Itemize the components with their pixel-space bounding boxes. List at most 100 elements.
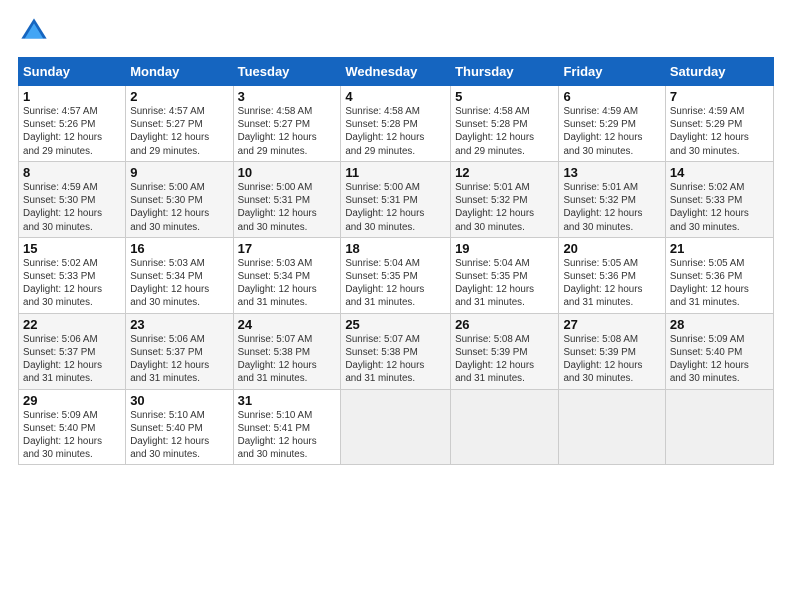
day-number: 19 <box>455 241 554 256</box>
day-info: Sunrise: 5:00 AMSunset: 5:31 PMDaylight:… <box>345 181 446 234</box>
day-number: 22 <box>23 317 121 332</box>
day-header-monday: Monday <box>126 58 233 86</box>
page: SundayMondayTuesdayWednesdayThursdayFrid… <box>0 0 792 475</box>
calendar-cell: 15Sunrise: 5:02 AMSunset: 5:33 PMDayligh… <box>19 237 126 313</box>
day-number: 6 <box>563 89 660 104</box>
header <box>18 15 774 47</box>
day-info: Sunrise: 4:57 AMSunset: 5:26 PMDaylight:… <box>23 105 121 158</box>
day-info: Sunrise: 5:01 AMSunset: 5:32 PMDaylight:… <box>563 181 660 234</box>
day-info: Sunrise: 5:02 AMSunset: 5:33 PMDaylight:… <box>23 257 121 310</box>
calendar-week-row: 15Sunrise: 5:02 AMSunset: 5:33 PMDayligh… <box>19 237 774 313</box>
day-header-thursday: Thursday <box>451 58 559 86</box>
day-info: Sunrise: 5:03 AMSunset: 5:34 PMDaylight:… <box>130 257 228 310</box>
day-info: Sunrise: 4:59 AMSunset: 5:29 PMDaylight:… <box>563 105 660 158</box>
day-info: Sunrise: 4:59 AMSunset: 5:29 PMDaylight:… <box>670 105 769 158</box>
day-info: Sunrise: 5:00 AMSunset: 5:30 PMDaylight:… <box>130 181 228 234</box>
day-info: Sunrise: 5:09 AMSunset: 5:40 PMDaylight:… <box>670 333 769 386</box>
day-info: Sunrise: 5:03 AMSunset: 5:34 PMDaylight:… <box>238 257 337 310</box>
calendar-cell: 3Sunrise: 4:58 AMSunset: 5:27 PMDaylight… <box>233 86 341 162</box>
day-number: 29 <box>23 393 121 408</box>
day-number: 13 <box>563 165 660 180</box>
calendar-cell: 16Sunrise: 5:03 AMSunset: 5:34 PMDayligh… <box>126 237 233 313</box>
calendar-cell: 13Sunrise: 5:01 AMSunset: 5:32 PMDayligh… <box>559 161 665 237</box>
calendar-cell: 21Sunrise: 5:05 AMSunset: 5:36 PMDayligh… <box>665 237 773 313</box>
calendar-cell: 28Sunrise: 5:09 AMSunset: 5:40 PMDayligh… <box>665 313 773 389</box>
day-number: 28 <box>670 317 769 332</box>
calendar-cell: 17Sunrise: 5:03 AMSunset: 5:34 PMDayligh… <box>233 237 341 313</box>
calendar-cell <box>341 389 451 465</box>
calendar-cell: 9Sunrise: 5:00 AMSunset: 5:30 PMDaylight… <box>126 161 233 237</box>
day-header-wednesday: Wednesday <box>341 58 451 86</box>
calendar-cell: 11Sunrise: 5:00 AMSunset: 5:31 PMDayligh… <box>341 161 451 237</box>
day-info: Sunrise: 5:00 AMSunset: 5:31 PMDaylight:… <box>238 181 337 234</box>
calendar-cell: 31Sunrise: 5:10 AMSunset: 5:41 PMDayligh… <box>233 389 341 465</box>
day-number: 25 <box>345 317 446 332</box>
calendar-cell: 5Sunrise: 4:58 AMSunset: 5:28 PMDaylight… <box>451 86 559 162</box>
calendar-cell: 30Sunrise: 5:10 AMSunset: 5:40 PMDayligh… <box>126 389 233 465</box>
calendar-week-row: 29Sunrise: 5:09 AMSunset: 5:40 PMDayligh… <box>19 389 774 465</box>
day-header-sunday: Sunday <box>19 58 126 86</box>
calendar-cell: 27Sunrise: 5:08 AMSunset: 5:39 PMDayligh… <box>559 313 665 389</box>
day-info: Sunrise: 5:07 AMSunset: 5:38 PMDaylight:… <box>238 333 337 386</box>
day-number: 8 <box>23 165 121 180</box>
day-number: 12 <box>455 165 554 180</box>
logo <box>18 15 54 47</box>
day-info: Sunrise: 4:58 AMSunset: 5:27 PMDaylight:… <box>238 105 337 158</box>
day-number: 26 <box>455 317 554 332</box>
day-info: Sunrise: 5:06 AMSunset: 5:37 PMDaylight:… <box>23 333 121 386</box>
day-number: 24 <box>238 317 337 332</box>
day-info: Sunrise: 5:06 AMSunset: 5:37 PMDaylight:… <box>130 333 228 386</box>
day-number: 21 <box>670 241 769 256</box>
day-number: 16 <box>130 241 228 256</box>
calendar-cell: 8Sunrise: 4:59 AMSunset: 5:30 PMDaylight… <box>19 161 126 237</box>
day-info: Sunrise: 5:08 AMSunset: 5:39 PMDaylight:… <box>455 333 554 386</box>
day-number: 10 <box>238 165 337 180</box>
day-number: 14 <box>670 165 769 180</box>
day-info: Sunrise: 4:58 AMSunset: 5:28 PMDaylight:… <box>455 105 554 158</box>
day-number: 9 <box>130 165 228 180</box>
calendar-cell: 1Sunrise: 4:57 AMSunset: 5:26 PMDaylight… <box>19 86 126 162</box>
calendar-cell: 22Sunrise: 5:06 AMSunset: 5:37 PMDayligh… <box>19 313 126 389</box>
calendar-table: SundayMondayTuesdayWednesdayThursdayFrid… <box>18 57 774 465</box>
calendar-cell <box>559 389 665 465</box>
day-info: Sunrise: 4:59 AMSunset: 5:30 PMDaylight:… <box>23 181 121 234</box>
day-number: 5 <box>455 89 554 104</box>
calendar-cell <box>665 389 773 465</box>
calendar-cell: 14Sunrise: 5:02 AMSunset: 5:33 PMDayligh… <box>665 161 773 237</box>
day-number: 7 <box>670 89 769 104</box>
day-info: Sunrise: 5:01 AMSunset: 5:32 PMDaylight:… <box>455 181 554 234</box>
day-number: 31 <box>238 393 337 408</box>
calendar-header-row: SundayMondayTuesdayWednesdayThursdayFrid… <box>19 58 774 86</box>
calendar-cell: 20Sunrise: 5:05 AMSunset: 5:36 PMDayligh… <box>559 237 665 313</box>
calendar-cell: 18Sunrise: 5:04 AMSunset: 5:35 PMDayligh… <box>341 237 451 313</box>
day-info: Sunrise: 5:10 AMSunset: 5:40 PMDaylight:… <box>130 409 228 462</box>
calendar-cell: 7Sunrise: 4:59 AMSunset: 5:29 PMDaylight… <box>665 86 773 162</box>
day-number: 2 <box>130 89 228 104</box>
day-info: Sunrise: 5:09 AMSunset: 5:40 PMDaylight:… <box>23 409 121 462</box>
day-number: 20 <box>563 241 660 256</box>
day-number: 1 <box>23 89 121 104</box>
calendar-cell <box>451 389 559 465</box>
day-info: Sunrise: 5:05 AMSunset: 5:36 PMDaylight:… <box>563 257 660 310</box>
calendar-cell: 26Sunrise: 5:08 AMSunset: 5:39 PMDayligh… <box>451 313 559 389</box>
day-info: Sunrise: 5:04 AMSunset: 5:35 PMDaylight:… <box>345 257 446 310</box>
day-info: Sunrise: 5:02 AMSunset: 5:33 PMDaylight:… <box>670 181 769 234</box>
calendar-cell: 12Sunrise: 5:01 AMSunset: 5:32 PMDayligh… <box>451 161 559 237</box>
day-header-saturday: Saturday <box>665 58 773 86</box>
calendar-cell: 6Sunrise: 4:59 AMSunset: 5:29 PMDaylight… <box>559 86 665 162</box>
day-number: 27 <box>563 317 660 332</box>
calendar-cell: 4Sunrise: 4:58 AMSunset: 5:28 PMDaylight… <box>341 86 451 162</box>
logo-icon <box>18 15 50 47</box>
day-number: 30 <box>130 393 228 408</box>
calendar-week-row: 8Sunrise: 4:59 AMSunset: 5:30 PMDaylight… <box>19 161 774 237</box>
day-number: 18 <box>345 241 446 256</box>
day-header-tuesday: Tuesday <box>233 58 341 86</box>
calendar-cell: 29Sunrise: 5:09 AMSunset: 5:40 PMDayligh… <box>19 389 126 465</box>
calendar-week-row: 1Sunrise: 4:57 AMSunset: 5:26 PMDaylight… <box>19 86 774 162</box>
day-info: Sunrise: 4:57 AMSunset: 5:27 PMDaylight:… <box>130 105 228 158</box>
day-number: 4 <box>345 89 446 104</box>
day-info: Sunrise: 5:04 AMSunset: 5:35 PMDaylight:… <box>455 257 554 310</box>
day-info: Sunrise: 5:10 AMSunset: 5:41 PMDaylight:… <box>238 409 337 462</box>
calendar-cell: 25Sunrise: 5:07 AMSunset: 5:38 PMDayligh… <box>341 313 451 389</box>
day-info: Sunrise: 5:08 AMSunset: 5:39 PMDaylight:… <box>563 333 660 386</box>
